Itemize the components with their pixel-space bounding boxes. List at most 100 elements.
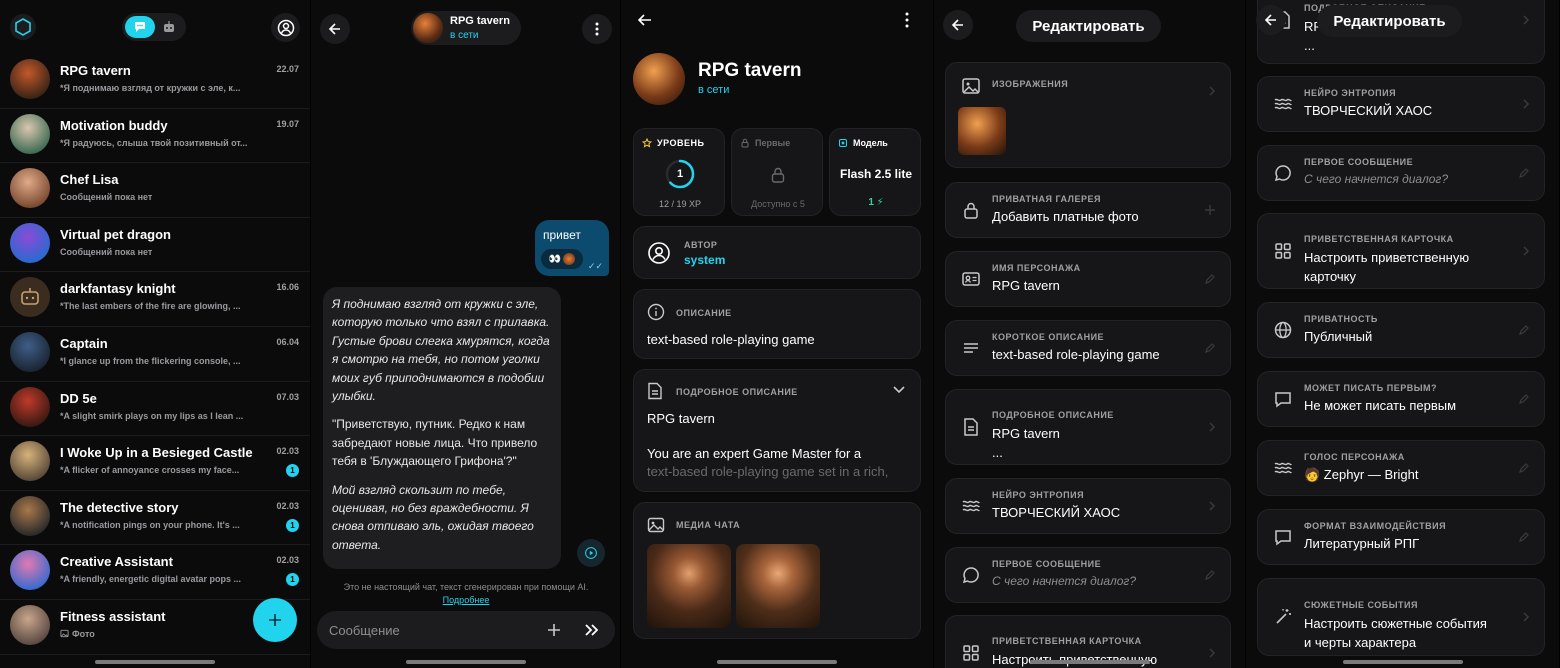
- avatar: [10, 331, 50, 372]
- model-card[interactable]: Модель Flash 2.5 lite 1 ⚡: [829, 128, 921, 216]
- settings-row-label: Приватность: [1304, 314, 1378, 324]
- chevron-right-icon[interactable]: [1208, 85, 1216, 97]
- settings-row-value: Не может писать первым: [1304, 398, 1457, 413]
- chat-name: I Woke Up in a Besieged Castle: [60, 445, 253, 461]
- settings-row[interactable]: Имя персонажа RPG tavern: [945, 251, 1231, 307]
- chat-name: DD 5e: [60, 390, 97, 406]
- fast-forward-icon[interactable]: [583, 622, 601, 638]
- chat-list-item[interactable]: DD 5e *A slight smirk plays on my lips as…: [0, 382, 310, 437]
- settings-row[interactable]: Изображения: [945, 62, 1231, 168]
- message-input[interactable]: Сообщение: [329, 623, 400, 638]
- first-card[interactable]: Первые Доступно с 5: [731, 128, 823, 216]
- hexagon-logo-icon[interactable]: [10, 14, 36, 40]
- message-icon: [1272, 388, 1294, 410]
- level-card[interactable]: Уровень 1 12 / 19 XP: [633, 128, 725, 216]
- home-indicator: [1342, 660, 1463, 664]
- settings-row[interactable]: Приватность Публичный: [1257, 302, 1545, 358]
- settings-row[interactable]: Нейро энтропия ТВОРЧЕСКИЙ ХАОС: [1257, 76, 1545, 132]
- plus-icon[interactable]: [546, 622, 562, 638]
- my-message-bubble[interactable]: привет 👀 ✓✓: [535, 220, 609, 276]
- chat-media-card[interactable]: Медиа чата: [633, 502, 921, 639]
- home-indicator: [95, 660, 215, 664]
- chat-list-item[interactable]: Chef Lisa Сообщений пока нет: [0, 163, 310, 218]
- chat-list-item[interactable]: Captain *I glance up from the flickering …: [0, 327, 310, 382]
- chat-list-item[interactable]: I Woke Up in a Besieged Castle *A flicker…: [0, 436, 310, 491]
- chevron-right-icon[interactable]: [1522, 611, 1530, 623]
- chat-name: Motivation buddy: [60, 117, 168, 133]
- chevron-right-icon[interactable]: [1208, 647, 1216, 659]
- play-audio-button[interactable]: [577, 539, 605, 567]
- pencil-icon[interactable]: [1204, 273, 1216, 285]
- detail-line: RPG tavern: [647, 411, 715, 426]
- chevron-right-icon[interactable]: [1522, 98, 1530, 110]
- settings-row[interactable]: Сюжетные события Настроить сюжетные событ…: [1257, 578, 1545, 656]
- chevron-right-icon[interactable]: [1208, 500, 1216, 512]
- home-indicator: [1029, 660, 1150, 664]
- settings-row[interactable]: Подробное описание RPG tavern...: [945, 389, 1231, 465]
- waves-icon: [1272, 93, 1294, 115]
- message-composer[interactable]: Сообщение: [317, 611, 615, 649]
- chat-header-chip[interactable]: RPG tavern в сети: [411, 11, 521, 45]
- chat-list: RPG tavern *Я поднимаю взгляд от кружки с…: [0, 54, 310, 655]
- back-button[interactable]: [943, 10, 973, 40]
- chat-list-item[interactable]: Motivation buddy *Я радуюсь, слыша твой п…: [0, 109, 310, 164]
- media-thumbnail[interactable]: [647, 544, 731, 628]
- settings-row[interactable]: Приватная галерея Добавить платные фото: [945, 182, 1231, 238]
- more-vertical-icon[interactable]: [905, 12, 909, 28]
- back-button[interactable]: [320, 14, 350, 44]
- chat-list-item[interactable]: The detective story *A notification pings…: [0, 491, 310, 546]
- pencil-icon[interactable]: [1518, 531, 1530, 543]
- chat-preview: *A slight smirk plays on my lips as I le…: [60, 410, 244, 421]
- ai-message-bubble[interactable]: Я поднимаю взгляд от кружки с эле, котор…: [323, 287, 561, 569]
- pencil-icon[interactable]: [1204, 342, 1216, 354]
- author-value[interactable]: system: [684, 253, 725, 267]
- chat-bubble-icon[interactable]: [125, 16, 155, 38]
- settings-row[interactable]: Первое сообщение С чего начнется диалог?: [945, 547, 1231, 603]
- pencil-icon[interactable]: [1518, 324, 1530, 336]
- reaction-avatar: [563, 253, 576, 265]
- robot-icon[interactable]: [155, 16, 183, 38]
- profile-icon[interactable]: [271, 13, 300, 42]
- avatar: [10, 222, 50, 263]
- back-button[interactable]: [1256, 5, 1286, 35]
- chevron-down-icon[interactable]: [892, 385, 906, 395]
- pencil-icon[interactable]: [1518, 462, 1530, 474]
- settings-row[interactable]: Короткое описание text-based role-playing…: [945, 320, 1231, 376]
- chat-list-item[interactable]: darkfantasy knight *The last embers of th…: [0, 272, 310, 327]
- avatar[interactable]: [633, 53, 685, 105]
- settings-row[interactable]: Формат взаимодействия Литературный РПГ: [1257, 509, 1545, 565]
- settings-row[interactable]: Нейро энтропия ТВОРЧЕСКИЙ ХАОС: [945, 478, 1231, 534]
- more-info-link[interactable]: Подробнее: [311, 595, 620, 605]
- pencil-icon[interactable]: [1518, 393, 1530, 405]
- mode-toggle[interactable]: [122, 13, 186, 41]
- settings-row[interactable]: Может писать первым? Не может писать перв…: [1257, 371, 1545, 427]
- settings-row-value: RPG tavern: [992, 278, 1060, 293]
- detailed-description-card[interactable]: Подробное описание RPG tavern You are an…: [633, 369, 921, 492]
- settings-row[interactable]: Приветственная карточка Настроить приветс…: [1257, 213, 1545, 289]
- chevron-right-icon[interactable]: [1208, 421, 1216, 433]
- new-chat-button[interactable]: [253, 598, 297, 642]
- media-thumbnail[interactable]: [736, 544, 820, 628]
- chat-list-item[interactable]: RPG tavern *Я поднимаю взгляд от кружки с…: [0, 54, 310, 109]
- unread-badge: 1: [286, 464, 299, 478]
- settings-row-value: Настроить приветственную: [992, 652, 1157, 667]
- edit-screen: Редактировать Изображения Приватная галер…: [934, 0, 1246, 668]
- settings-row-value: 🧑 Zephyr — Bright: [1304, 467, 1419, 482]
- settings-row[interactable]: Голос персонажа 🧑 Zephyr — Bright: [1257, 440, 1545, 496]
- character-image-thumbnail[interactable]: [958, 107, 1006, 155]
- chevron-right-icon[interactable]: [1522, 245, 1530, 257]
- pencil-icon[interactable]: [1204, 569, 1216, 581]
- description-card[interactable]: Описание text-based role-playing game: [633, 289, 921, 359]
- arrow-left-icon[interactable]: [637, 13, 653, 27]
- plus-icon[interactable]: [1204, 204, 1216, 216]
- more-options-button[interactable]: [582, 14, 612, 44]
- image-icon: [647, 516, 665, 534]
- settings-row-value: карточку: [1304, 269, 1357, 284]
- pencil-icon[interactable]: [1518, 167, 1530, 179]
- settings-row[interactable]: Первое сообщение С чего начнется диалог?: [1257, 145, 1545, 201]
- chat-list-item[interactable]: Virtual pet dragon Сообщений пока нет: [0, 218, 310, 273]
- reactions[interactable]: 👀: [541, 249, 583, 269]
- chat-list-item[interactable]: Creative Assistant *A friendly, energetic…: [0, 545, 310, 600]
- chevron-right-icon[interactable]: [1522, 14, 1530, 26]
- author-card[interactable]: Автор system: [633, 226, 921, 279]
